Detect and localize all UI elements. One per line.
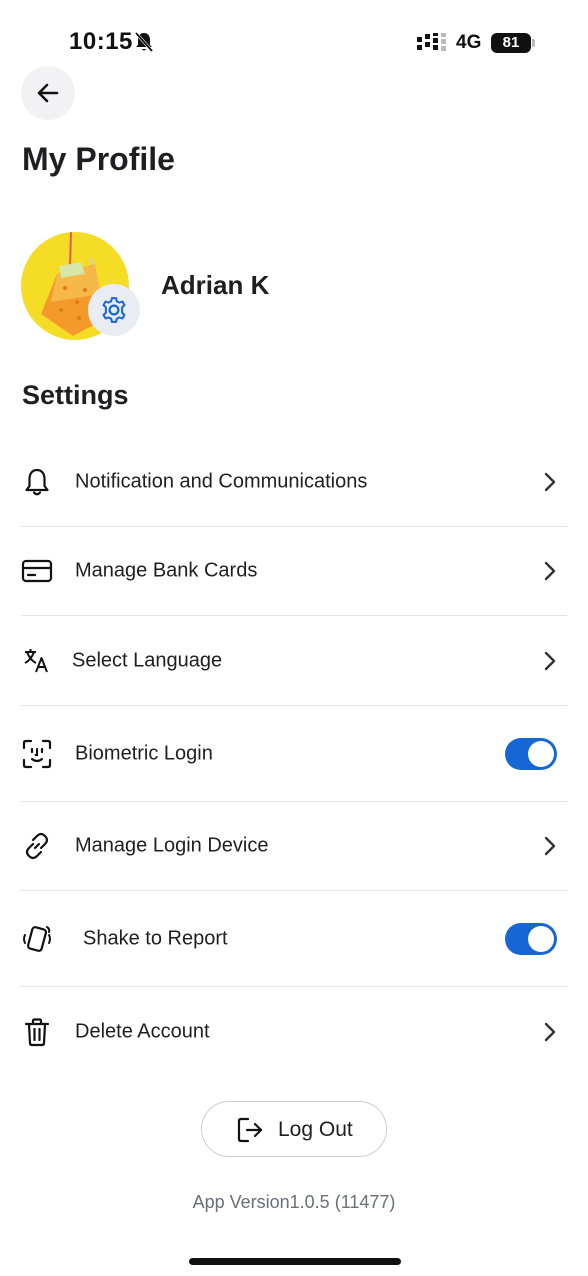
- bell-off-icon: [134, 32, 154, 52]
- network-type: 4G: [456, 32, 482, 53]
- avatar-settings-button[interactable]: [88, 284, 140, 336]
- settings-item-label: Manage Bank Cards: [75, 559, 258, 582]
- settings-item-label: Notification and Communications: [75, 470, 368, 493]
- settings-item-label: Manage Login Device: [75, 834, 269, 857]
- shake-phone-icon: [21, 923, 53, 955]
- chevron-right-icon: [544, 561, 556, 581]
- settings-item-notifications[interactable]: Notification and Communications: [21, 438, 567, 526]
- shake-to-report-toggle[interactable]: [505, 922, 557, 955]
- settings-item-label: Shake to Report: [83, 927, 228, 949]
- arrow-left-icon: [37, 83, 59, 103]
- chevron-right-icon: [544, 836, 556, 856]
- settings-item-biometric-login: Biometric Login: [21, 706, 567, 801]
- settings-item-label: Biometric Login: [75, 742, 213, 764]
- profile-name: Adrian K: [161, 270, 270, 300]
- settings-item-shake-to-report: Shake to Report: [21, 891, 567, 986]
- battery-icon: 81: [491, 33, 535, 53]
- toggle-knob: [528, 740, 554, 767]
- settings-heading: Settings: [22, 380, 129, 410]
- settings-item-label: Select Language: [72, 649, 223, 671]
- chevron-right-icon: [544, 1022, 556, 1042]
- status-time: 10:15: [69, 28, 133, 55]
- settings-item-language[interactable]: Select Language: [21, 616, 567, 705]
- page-title: My Profile: [22, 141, 175, 177]
- settings-item-login-device[interactable]: Manage Login Device: [21, 802, 567, 890]
- face-id-icon: [21, 738, 53, 770]
- bell-icon: [21, 466, 53, 498]
- logout-label: Log Out: [278, 1118, 353, 1141]
- link-icon: [21, 830, 53, 862]
- chevron-right-icon: [544, 651, 556, 670]
- toggle-knob: [528, 925, 554, 952]
- logout-button[interactable]: Log Out: [201, 1101, 387, 1157]
- chevron-right-icon: [544, 472, 556, 492]
- battery-level: 81: [491, 33, 531, 53]
- trash-icon: [21, 1016, 53, 1048]
- gear-icon: [102, 297, 126, 323]
- biometric-login-toggle[interactable]: [505, 737, 557, 770]
- translate-icon: [21, 645, 53, 677]
- signal-icon: [417, 33, 446, 51]
- back-button[interactable]: [21, 66, 75, 120]
- app-version: App Version1.0.5 (11477): [192, 1192, 396, 1212]
- credit-card-icon: [21, 555, 53, 587]
- settings-item-delete-account[interactable]: Delete Account: [21, 987, 567, 1077]
- settings-item-bank-cards[interactable]: Manage Bank Cards: [21, 527, 567, 615]
- logout-icon: [237, 1117, 263, 1143]
- settings-item-label: Delete Account: [75, 1020, 210, 1043]
- status-bar: 10:15 4G 81: [0, 0, 588, 70]
- home-indicator[interactable]: [189, 1258, 401, 1265]
